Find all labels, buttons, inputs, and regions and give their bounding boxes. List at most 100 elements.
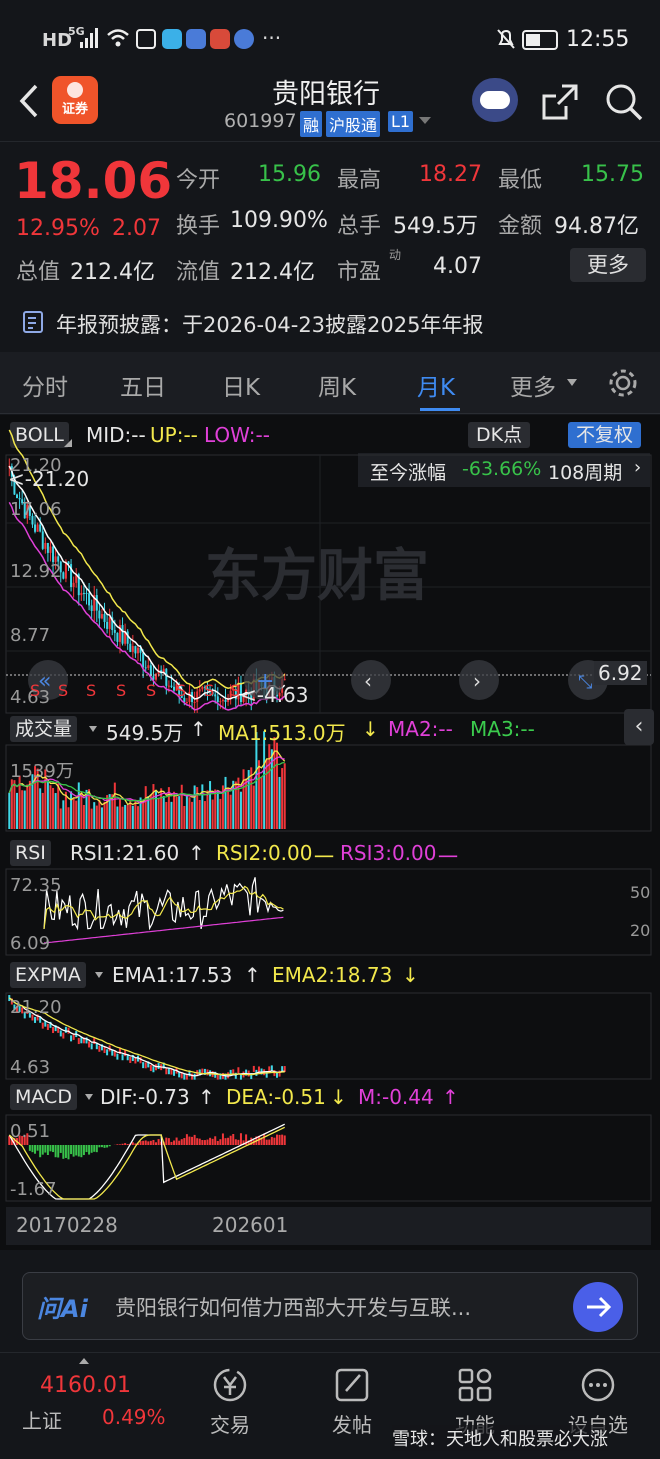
macd-histogram-bar bbox=[64, 1145, 67, 1158]
volume-bar bbox=[13, 780, 16, 829]
volume-bar bbox=[144, 786, 147, 829]
volume-bar bbox=[191, 801, 194, 829]
yen-circle-icon bbox=[213, 1368, 247, 1402]
nav-trade[interactable]: 交易 bbox=[180, 1353, 280, 1453]
kline-svg: 东方财富 « + ‹ › ⤡ bbox=[5, 429, 652, 1202]
volume-bar bbox=[173, 791, 176, 829]
tab-monthly-k[interactable]: 月K bbox=[417, 368, 455, 402]
share-icon[interactable] bbox=[540, 82, 580, 122]
candle-body bbox=[34, 524, 37, 532]
up-caret-icon bbox=[79, 1358, 89, 1364]
ai-send-button[interactable] bbox=[573, 1282, 623, 1332]
candle-body bbox=[82, 592, 85, 594]
macd-histogram-bar bbox=[219, 1139, 222, 1145]
expma-candle bbox=[106, 1049, 109, 1056]
volume-bar bbox=[100, 807, 103, 829]
rsi-indicator-tag[interactable]: RSI bbox=[10, 840, 51, 866]
tab-intraday[interactable]: 分时 bbox=[22, 368, 68, 402]
volume-bar bbox=[278, 776, 281, 829]
expma-candle bbox=[165, 1068, 168, 1075]
candle-body bbox=[36, 524, 39, 532]
volume-bar bbox=[188, 797, 191, 829]
app-notify-icon-5 bbox=[234, 29, 254, 49]
macd-histogram-bar bbox=[31, 1145, 34, 1153]
tab-more[interactable]: 更多 bbox=[510, 368, 556, 402]
volume-bar bbox=[157, 798, 160, 829]
macd-histogram-bar bbox=[44, 1145, 47, 1153]
tab-daily-k[interactable]: 日K bbox=[222, 368, 260, 402]
volume-bar bbox=[41, 792, 44, 829]
expma-candle bbox=[124, 1050, 127, 1057]
macd-y-top: 0.51 bbox=[10, 1121, 51, 1142]
ai-prompt-text[interactable]: 贵阳银行如何借力西部大开发与互联... bbox=[115, 1292, 471, 1322]
sell-marker: S bbox=[230, 681, 241, 700]
volume-value: 549.5万 bbox=[393, 214, 478, 239]
candle-body bbox=[198, 689, 201, 692]
high-value: 18.27 bbox=[419, 162, 482, 187]
volume-bar bbox=[59, 808, 62, 829]
rsi-y-top: 72.35 bbox=[10, 875, 62, 896]
kline-chart-area[interactable]: BOLL MID:-- UP:-- LOW:-- DK点 不复权 至今涨幅 -6… bbox=[0, 415, 660, 1250]
macd-histogram-bar bbox=[229, 1135, 232, 1145]
macd-histogram-bar bbox=[54, 1145, 57, 1158]
volume-bar bbox=[90, 808, 93, 829]
wifi-icon bbox=[107, 29, 129, 47]
expma-candle bbox=[52, 1027, 55, 1034]
expma-candle bbox=[72, 1033, 75, 1040]
panel-toggle-button[interactable]: ‹ bbox=[624, 709, 654, 745]
assistant-avatar[interactable] bbox=[472, 78, 518, 122]
macd-dea: DEA:-0.51 bbox=[226, 1085, 326, 1109]
candle-body bbox=[142, 652, 145, 668]
macd-histogram-bar bbox=[239, 1133, 242, 1145]
tab-weekly-k[interactable]: 周K bbox=[318, 368, 356, 402]
macd-histogram-bar bbox=[49, 1145, 52, 1152]
current-price: 18.06 bbox=[14, 152, 173, 210]
nav-post[interactable]: 发帖 bbox=[302, 1353, 402, 1453]
expma-candle bbox=[173, 1069, 176, 1076]
volume-bar bbox=[162, 795, 165, 829]
gear-icon[interactable] bbox=[606, 366, 640, 400]
volume-bar bbox=[49, 785, 52, 829]
broker-logo[interactable]: 证券 bbox=[52, 76, 98, 124]
ai-question-bar[interactable]: 问Ai 贵阳银行如何借力西部大开发与互联... bbox=[22, 1272, 638, 1340]
expma-candle bbox=[88, 1041, 91, 1048]
boll-max-marker: <-21.20 bbox=[8, 467, 90, 491]
volume-bar bbox=[136, 806, 139, 829]
level-badge: L1 bbox=[388, 111, 414, 132]
expma-candle bbox=[90, 1043, 93, 1050]
macd-histogram-bar bbox=[191, 1136, 194, 1145]
expma-indicator-tag[interactable]: EXPMA bbox=[10, 962, 86, 988]
macd-indicator-tag[interactable]: MACD bbox=[10, 1084, 77, 1110]
rsi2-value: RSI2:0.00 bbox=[216, 841, 313, 865]
volume-label: 总手 bbox=[337, 214, 382, 239]
volume-bar bbox=[275, 742, 278, 829]
annual-report-notice[interactable]: 年报预披露：于2026-04-23披露2025年年报 bbox=[56, 309, 483, 339]
tab-five-day[interactable]: 五日 bbox=[120, 368, 166, 402]
volume-bar bbox=[237, 777, 240, 829]
search-icon[interactable] bbox=[604, 82, 644, 122]
expma-candle bbox=[103, 1046, 106, 1053]
chevron-left-icon[interactable] bbox=[14, 82, 42, 120]
more-button[interactable]: 更多 bbox=[570, 248, 646, 282]
volume-bar bbox=[180, 784, 183, 829]
volume-bar bbox=[193, 785, 196, 829]
index-change[interactable]: 0.49% bbox=[102, 1405, 166, 1429]
mktcap-value: 212.4亿 bbox=[70, 260, 155, 285]
candle-body bbox=[221, 699, 224, 702]
turnover-value: 109.90% bbox=[230, 208, 328, 233]
sell-marker: S bbox=[176, 681, 187, 700]
candle-body bbox=[147, 665, 150, 668]
candle-body bbox=[283, 679, 286, 681]
macd-histogram-bar bbox=[281, 1134, 284, 1145]
volume-bar bbox=[142, 800, 145, 829]
expma-candle bbox=[70, 1035, 73, 1042]
expma-candle bbox=[142, 1062, 145, 1069]
dropdown-caret-icon[interactable] bbox=[418, 116, 432, 126]
expma-candle bbox=[144, 1062, 147, 1069]
index-name[interactable]: 上证 bbox=[22, 1405, 62, 1434]
volume-bar bbox=[26, 784, 29, 829]
index-value[interactable]: 4160.01 bbox=[40, 1373, 131, 1398]
volume-bar bbox=[113, 782, 116, 829]
volume-indicator-tag[interactable]: 成交量 bbox=[10, 716, 78, 742]
volume-bar bbox=[219, 798, 222, 829]
